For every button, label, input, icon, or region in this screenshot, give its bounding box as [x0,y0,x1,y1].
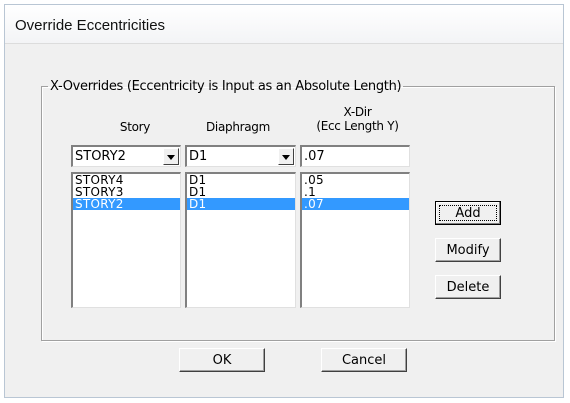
cancel-button[interactable]: Cancel [321,348,407,372]
group-legend: X-Overrides (Eccentricity is Input as an… [50,79,402,94]
xdir-header-line2: (Ecc Length Y) [316,119,399,133]
story-column-header: Story [119,120,151,134]
focus-rectangle [439,205,497,221]
ok-button-label: OK [212,352,232,368]
story-combobox-value: STORY2 [75,149,126,164]
chevron-down-icon [167,155,175,160]
chevron-down-icon [282,155,290,160]
dialog-window: Override Eccentricities X-Overrides (Ecc… [4,4,564,398]
ecc-list-item-selected[interactable]: .07 [302,198,409,210]
story-dropdown-button[interactable] [163,148,179,165]
xdir-header-line1: X-Dir [343,105,372,119]
diaphragm-list-item-selected[interactable]: D1 [187,198,295,210]
ecc-length-input[interactable]: .07 [300,145,410,167]
diaphragm-listbox[interactable]: D1 D1 D1 [185,172,296,308]
story-list-item-selected[interactable]: STORY2 [73,198,180,210]
add-button[interactable]: Add [435,201,501,225]
diaphragm-column-header: Diaphragm [205,120,271,134]
title-bar[interactable]: Override Eccentricities [5,5,563,44]
delete-button[interactable]: Delete [435,275,501,299]
ok-button[interactable]: OK [179,348,265,372]
ecc-listbox[interactable]: .05 .1 .07 [300,172,410,308]
story-listbox[interactable]: STORY4 STORY3 STORY2 [71,172,181,308]
modify-button-label: Modify [446,242,490,258]
cancel-button-label: Cancel [341,352,387,368]
diaphragm-dropdown-button[interactable] [278,148,294,165]
diaphragm-combobox-value: D1 [189,149,208,164]
ecc-list-item[interactable]: .05 [302,174,409,186]
dialog-title: Override Eccentricities [15,17,166,34]
diaphragm-combobox[interactable]: D1 [185,145,296,167]
modify-button[interactable]: Modify [435,238,501,262]
xdir-column-header: X-Dir (Ecc Length Y) [305,105,410,133]
delete-button-label: Delete [446,279,490,295]
ecc-length-input-value: .07 [304,149,325,164]
story-combobox[interactable]: STORY2 [71,145,181,167]
